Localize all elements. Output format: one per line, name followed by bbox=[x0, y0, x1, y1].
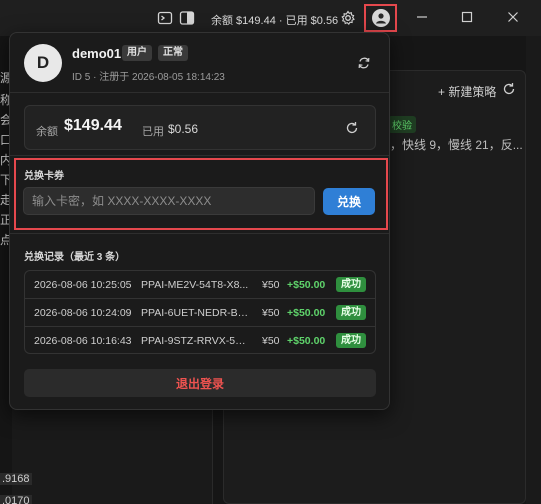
avatar: D bbox=[24, 44, 62, 82]
record-time: 2026-08-06 10:25:05 bbox=[34, 279, 132, 291]
divider bbox=[10, 92, 389, 93]
divider bbox=[10, 155, 389, 156]
balance-label: 余额 bbox=[36, 126, 58, 138]
record-price: ¥50 bbox=[262, 307, 280, 319]
layout-icon[interactable] bbox=[179, 10, 195, 26]
refresh-balance-icon[interactable] bbox=[345, 121, 359, 135]
account-popup: D demo01 用户 正常 ID 5 · 注册于 2026-08-05 18:… bbox=[9, 32, 390, 410]
background-number: .0170 bbox=[0, 495, 32, 504]
used-label: 已用 bbox=[142, 126, 164, 138]
maximize-icon[interactable] bbox=[456, 6, 478, 28]
username: demo01 bbox=[72, 46, 122, 61]
user-meta: ID 5 · 注册于 2026-08-05 18:14:23 bbox=[72, 72, 225, 83]
used-value: $0.56 bbox=[168, 122, 199, 136]
background-number: .9168 bbox=[0, 473, 32, 485]
account-icon bbox=[371, 9, 390, 27]
table-row: 2026-08-06 10:24:09 PPAI-6UET-NEDR-B6...… bbox=[25, 299, 375, 327]
redeem-records: 2026-08-06 10:25:05 PPAI-ME2V-54T8-X8...… bbox=[24, 270, 376, 354]
divider bbox=[10, 233, 389, 234]
table-row: 2026-08-06 10:16:43 PPAI-9STZ-RRVX-5Q...… bbox=[25, 327, 375, 353]
close-icon[interactable] bbox=[502, 6, 524, 28]
redeem-title: 兑换卡券 bbox=[24, 171, 64, 182]
record-time: 2026-08-06 10:16:43 bbox=[34, 335, 132, 347]
gear-icon[interactable] bbox=[340, 10, 356, 26]
app-window: 余额 $149.44 · 已用 $0.56 源 称 会 口 内 下 走 正 点 … bbox=[0, 0, 541, 504]
balance-card: 余额 $149.44 已用 $0.56 bbox=[24, 105, 376, 150]
record-price: ¥50 bbox=[262, 335, 280, 347]
refresh-icon[interactable] bbox=[502, 82, 516, 99]
balance-value: $149.44 bbox=[64, 117, 122, 134]
verify-badge: 校验 bbox=[388, 116, 416, 133]
new-strategy-button[interactable]: + 新建策略 bbox=[438, 83, 496, 100]
record-time: 2026-08-06 10:24:09 bbox=[34, 307, 132, 319]
records-title: 兑换记录（最近 3 条） bbox=[24, 252, 126, 263]
title-bar: 余额 $149.44 · 已用 $0.56 bbox=[0, 0, 541, 36]
record-price: ¥50 bbox=[262, 279, 280, 291]
minimize-icon[interactable] bbox=[411, 6, 433, 28]
table-row: 2026-08-06 10:25:05 PPAI-ME2V-54T8-X8...… bbox=[25, 271, 375, 299]
record-code: PPAI-6UET-NEDR-B6... bbox=[141, 307, 251, 319]
strategy-description: ，快线 9，慢线 21，反... bbox=[390, 138, 523, 152]
logout-button[interactable]: 退出登录 bbox=[24, 369, 376, 397]
redeem-button[interactable]: 兑换 bbox=[323, 188, 375, 215]
account-button[interactable] bbox=[364, 4, 397, 32]
record-code: PPAI-ME2V-54T8-X8... bbox=[141, 279, 249, 291]
status-badge: 成功 bbox=[336, 277, 366, 292]
balance-status: 余额 $149.44 · 已用 $0.56 bbox=[211, 15, 339, 27]
card-code-input[interactable] bbox=[23, 187, 315, 215]
status-badge: 成功 bbox=[336, 305, 366, 320]
refresh-icon[interactable] bbox=[357, 56, 371, 70]
record-code: PPAI-9STZ-RRVX-5Q... bbox=[141, 335, 251, 347]
status-badge: 成功 bbox=[336, 333, 366, 348]
record-amount: +$50.00 bbox=[287, 279, 326, 291]
record-amount: +$50.00 bbox=[287, 307, 326, 319]
status-badge: 正常 bbox=[158, 45, 188, 61]
role-badge: 用户 bbox=[122, 45, 152, 61]
record-amount: +$50.00 bbox=[287, 335, 326, 347]
terminal-icon[interactable] bbox=[157, 10, 173, 26]
